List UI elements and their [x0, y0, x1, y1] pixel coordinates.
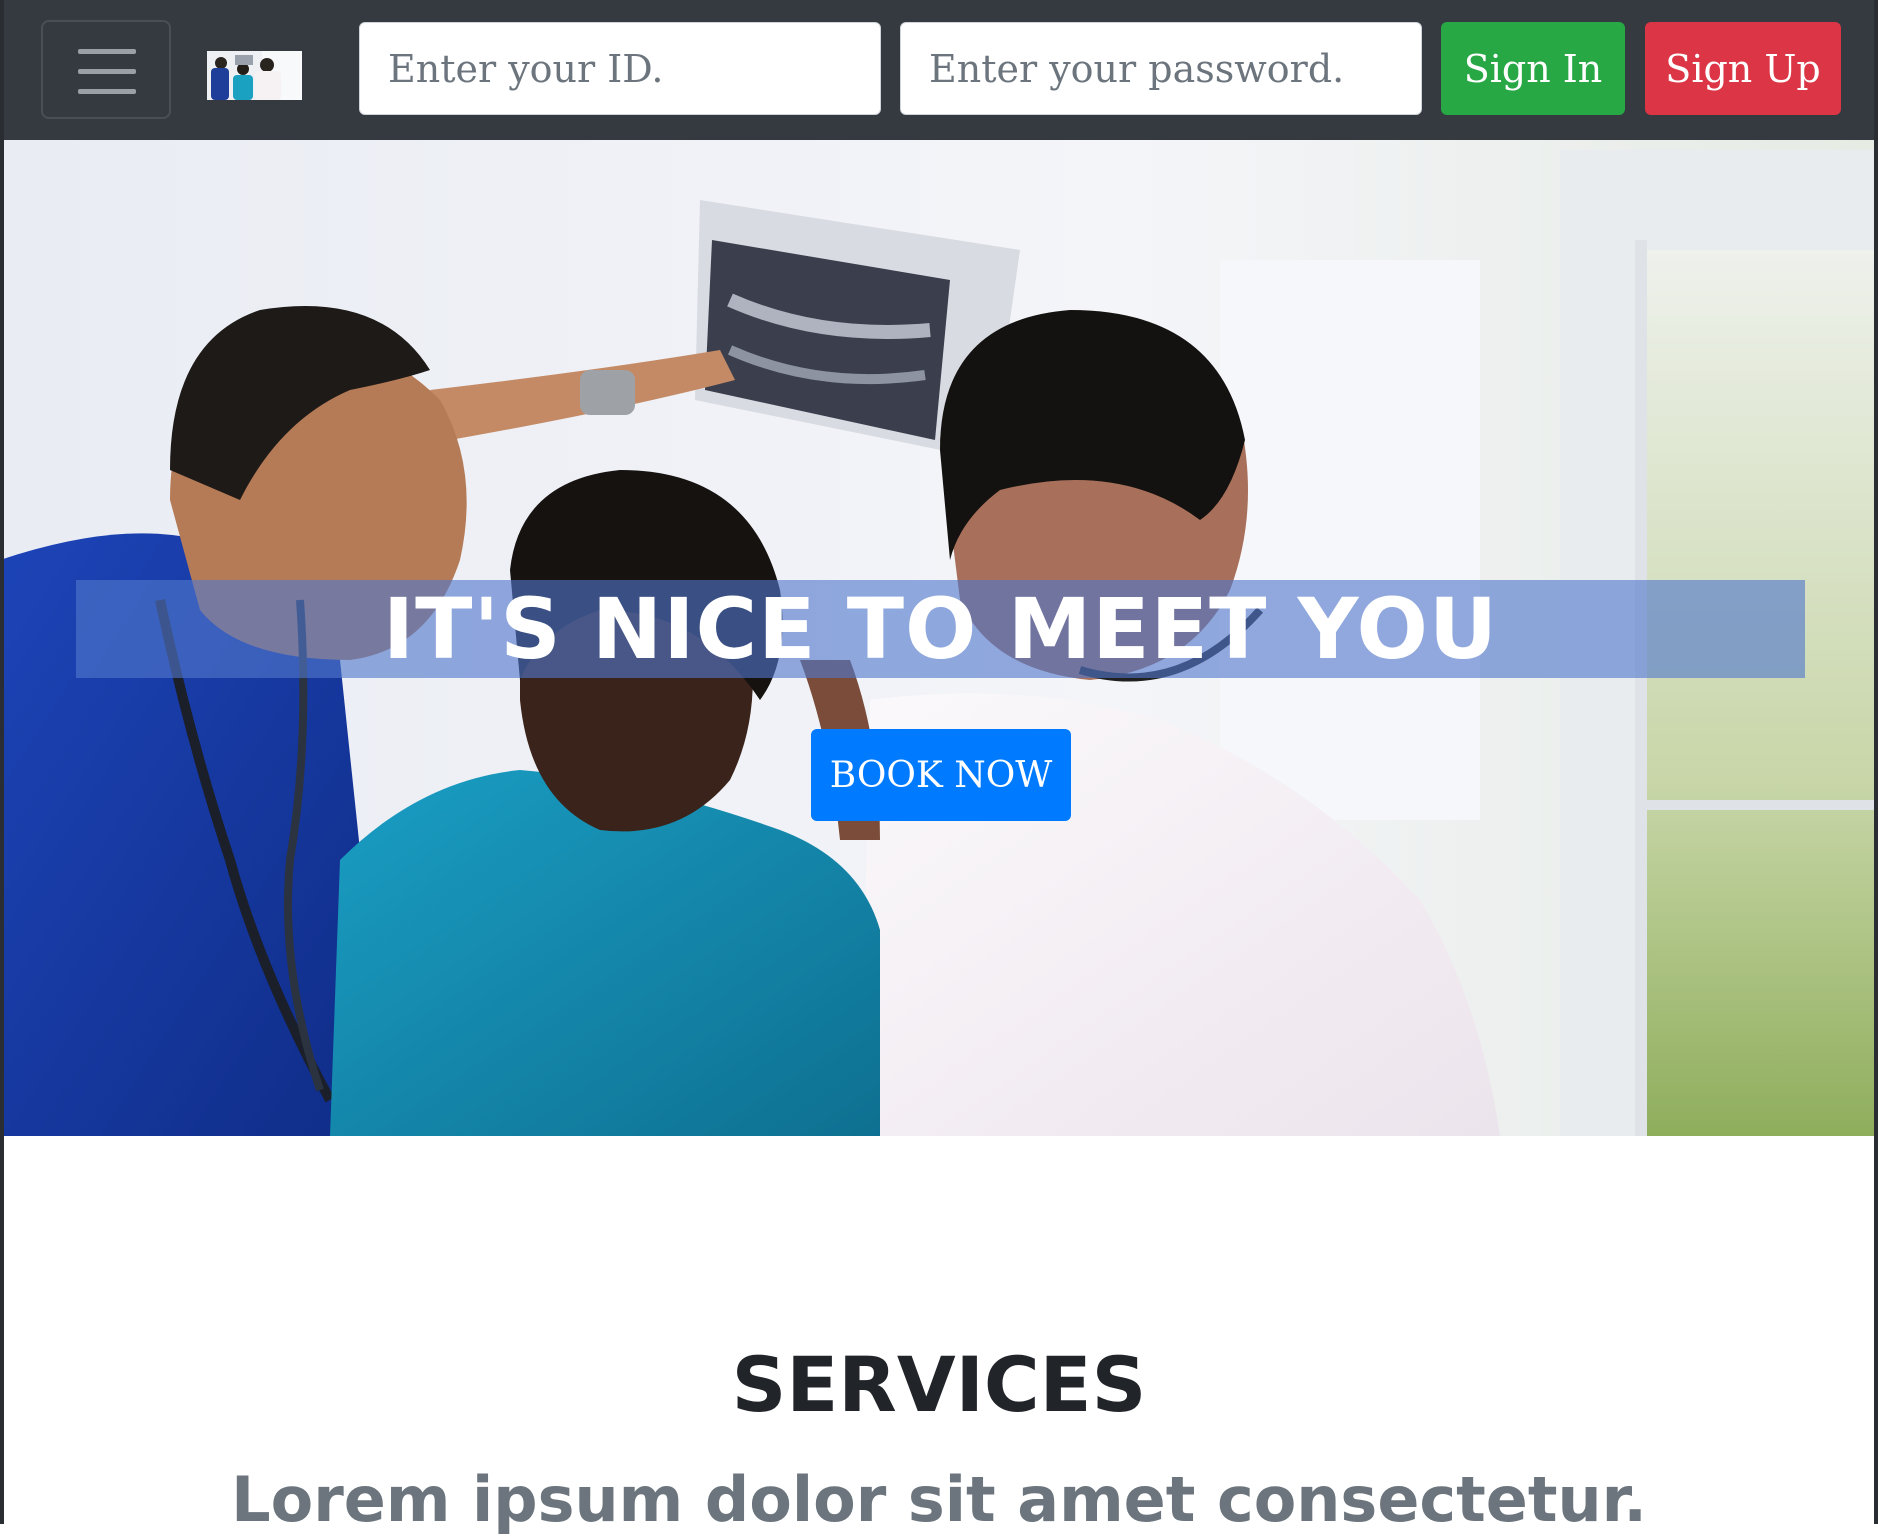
hamburger-icon: [78, 49, 136, 54]
top-navbar: Sign In Sign Up: [0, 0, 1878, 140]
brand-logo[interactable]: [207, 51, 302, 100]
sign-in-button[interactable]: Sign In: [1441, 22, 1625, 115]
hero-section: IT'S NICE TO MEET YOU BOOK NOW: [0, 140, 1878, 1136]
user-id-input[interactable]: [359, 22, 881, 115]
services-subtitle: Lorem ipsum dolor sit amet consectetur.: [231, 1463, 1647, 1536]
book-now-button[interactable]: BOOK NOW: [811, 729, 1071, 821]
hero-headline: IT'S NICE TO MEET YOU: [382, 580, 1499, 678]
brand-logo-image: [207, 51, 302, 100]
sign-up-button[interactable]: Sign Up: [1645, 22, 1841, 115]
password-input[interactable]: [900, 22, 1422, 115]
services-title: SERVICES: [731, 1340, 1147, 1429]
hamburger-icon-line: [78, 89, 136, 94]
hamburger-icon-line: [78, 69, 136, 74]
menu-toggle-button[interactable]: [41, 20, 171, 119]
